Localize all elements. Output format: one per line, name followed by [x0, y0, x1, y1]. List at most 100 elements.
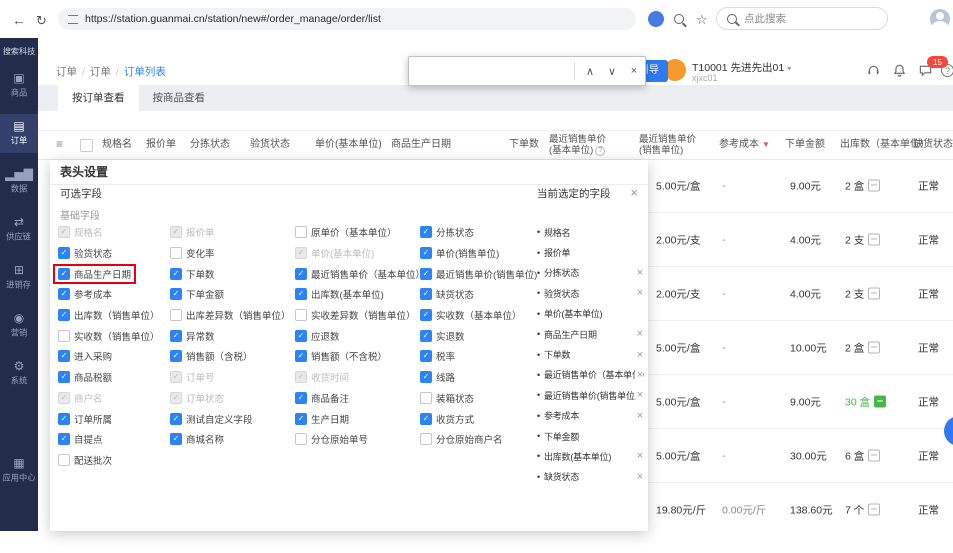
find-input[interactable]: [409, 57, 574, 85]
field-checkbox-item[interactable]: 商户名: [58, 391, 103, 405]
field-checkbox-item[interactable]: 自提点: [58, 432, 103, 446]
checkbox[interactable]: [58, 454, 70, 466]
field-checkbox-item[interactable]: 实收差异数（销售单位）: [295, 308, 416, 322]
support-icon[interactable]: [866, 63, 882, 79]
checkbox[interactable]: [295, 288, 307, 300]
field-checkbox-item[interactable]: 最近销售单价（基本单位）: [295, 267, 425, 281]
field-checkbox-item[interactable]: 下单金额: [170, 287, 224, 301]
checkbox[interactable]: [170, 413, 182, 425]
checkbox[interactable]: [170, 350, 182, 362]
edit-qty-icon[interactable]: [874, 396, 886, 408]
tab-by-product[interactable]: 按商品查看: [139, 85, 220, 111]
bookmark-star-icon[interactable]: ☆: [696, 12, 708, 28]
sidebar-item[interactable]: ▤ 订单: [0, 114, 38, 153]
field-checkbox-item[interactable]: 出库数（销售单位）: [58, 308, 160, 322]
checkbox[interactable]: [170, 226, 182, 238]
field-checkbox-item[interactable]: 实退数: [420, 329, 465, 343]
remove-field-icon[interactable]: ×: [635, 389, 643, 401]
remove-field-icon[interactable]: ×: [635, 267, 643, 279]
select-all-checkbox[interactable]: [80, 139, 93, 152]
sidebar-item[interactable]: ⚙ 系统: [0, 354, 38, 393]
field-checkbox-item[interactable]: 订单号: [170, 370, 215, 384]
field-checkbox-item[interactable]: 最近销售单价(销售单位): [420, 267, 537, 281]
field-checkbox-item[interactable]: 订单状态: [170, 391, 224, 405]
checkbox[interactable]: [58, 392, 70, 404]
remove-field-icon[interactable]: ×: [635, 369, 643, 381]
checkbox[interactable]: [170, 247, 182, 259]
field-checkbox-item[interactable]: 异常数: [170, 329, 215, 343]
checkbox[interactable]: [295, 413, 307, 425]
checkbox[interactable]: [58, 247, 70, 259]
field-checkbox-item[interactable]: 应退数: [295, 329, 340, 343]
remove-field-icon[interactable]: ×: [635, 349, 643, 361]
checkbox[interactable]: [420, 392, 432, 404]
edit-qty-icon[interactable]: [868, 234, 880, 246]
sidebar-item[interactable]: ⊞ 进销存: [0, 258, 38, 297]
field-checkbox-item[interactable]: 分仓原始单号: [295, 432, 368, 446]
column-header-ref-cost[interactable]: 参考成本▼: [719, 131, 770, 159]
reload-icon[interactable]: ↻: [36, 13, 47, 29]
find-prev-icon[interactable]: ∧: [579, 65, 601, 78]
field-checkbox-item[interactable]: 分仓原始商户名: [420, 432, 503, 446]
field-checkbox-item[interactable]: 变化率: [170, 246, 215, 260]
checkbox[interactable]: [420, 330, 432, 342]
checkbox[interactable]: [58, 330, 70, 342]
checkbox[interactable]: [420, 371, 432, 383]
close-icon[interactable]: ×: [630, 186, 638, 199]
checkbox[interactable]: [170, 268, 182, 280]
sort-desc-icon[interactable]: ▼: [762, 140, 770, 150]
field-checkbox-item[interactable]: 销售额（含税）: [170, 349, 253, 363]
checkbox[interactable]: [420, 247, 432, 259]
edit-qty-icon[interactable]: [868, 504, 880, 516]
checkbox[interactable]: [295, 268, 307, 280]
checkbox[interactable]: [58, 226, 70, 238]
field-checkbox-item[interactable]: 测试自定义字段: [170, 412, 253, 426]
field-checkbox-item[interactable]: 单价(销售单位): [420, 246, 499, 260]
checkbox[interactable]: [58, 309, 70, 321]
checkbox[interactable]: [295, 226, 307, 238]
tab-by-order[interactable]: 按订单查看: [58, 85, 139, 111]
field-checkbox-item[interactable]: 规格名: [58, 225, 103, 239]
field-checkbox-item[interactable]: 分拣状态: [420, 225, 474, 239]
sidebar-item[interactable]: ▦ 应用中心: [0, 451, 38, 490]
remove-field-icon[interactable]: ×: [635, 287, 643, 299]
edit-qty-icon[interactable]: [868, 342, 880, 354]
checkbox[interactable]: [170, 288, 182, 300]
checkbox[interactable]: [420, 309, 432, 321]
field-checkbox-item[interactable]: 商品备注: [295, 391, 349, 405]
field-checkbox-item[interactable]: 实收数（销售单位）: [58, 329, 160, 343]
remove-field-icon[interactable]: ×: [635, 450, 643, 462]
field-checkbox-item[interactable]: 商品生产日期: [55, 266, 134, 282]
field-checkbox-item[interactable]: 实收数（基本单位）: [420, 308, 522, 322]
field-checkbox-item[interactable]: 单价(基本单位): [295, 246, 374, 260]
remove-field-icon[interactable]: ×: [635, 410, 643, 422]
back-icon[interactable]: ←: [12, 12, 26, 28]
checkbox[interactable]: [295, 350, 307, 362]
info-icon[interactable]: ?: [595, 146, 605, 156]
checkbox[interactable]: [420, 433, 432, 445]
checkbox[interactable]: [295, 433, 307, 445]
edit-qty-icon[interactable]: [868, 450, 880, 462]
zoom-icon[interactable]: [674, 14, 684, 24]
checkbox[interactable]: [420, 268, 432, 280]
edit-qty-icon[interactable]: [868, 180, 880, 192]
breadcrumb-section[interactable]: 订单: [90, 66, 111, 78]
field-checkbox-item[interactable]: 出库差异数（销售单位）: [170, 308, 291, 322]
field-checkbox-item[interactable]: 生产日期: [295, 412, 349, 426]
checkbox[interactable]: [420, 350, 432, 362]
checkbox[interactable]: [420, 226, 432, 238]
browser-profile-avatar[interactable]: [930, 9, 950, 29]
sidebar-item[interactable]: ▣ 商品: [0, 66, 38, 105]
checkbox[interactable]: [295, 309, 307, 321]
bell-icon[interactable]: [892, 63, 908, 79]
checkbox[interactable]: [170, 433, 182, 445]
checkbox[interactable]: [58, 371, 70, 383]
checkbox[interactable]: [58, 413, 70, 425]
field-checkbox-item[interactable]: 订单所属: [58, 412, 112, 426]
find-next-icon[interactable]: ∨: [601, 65, 623, 78]
field-checkbox-item[interactable]: 收货时间: [295, 370, 349, 384]
checkbox[interactable]: [58, 350, 70, 362]
checkbox[interactable]: [170, 309, 182, 321]
field-checkbox-item[interactable]: 下单数: [170, 267, 215, 281]
checkbox[interactable]: [295, 371, 307, 383]
